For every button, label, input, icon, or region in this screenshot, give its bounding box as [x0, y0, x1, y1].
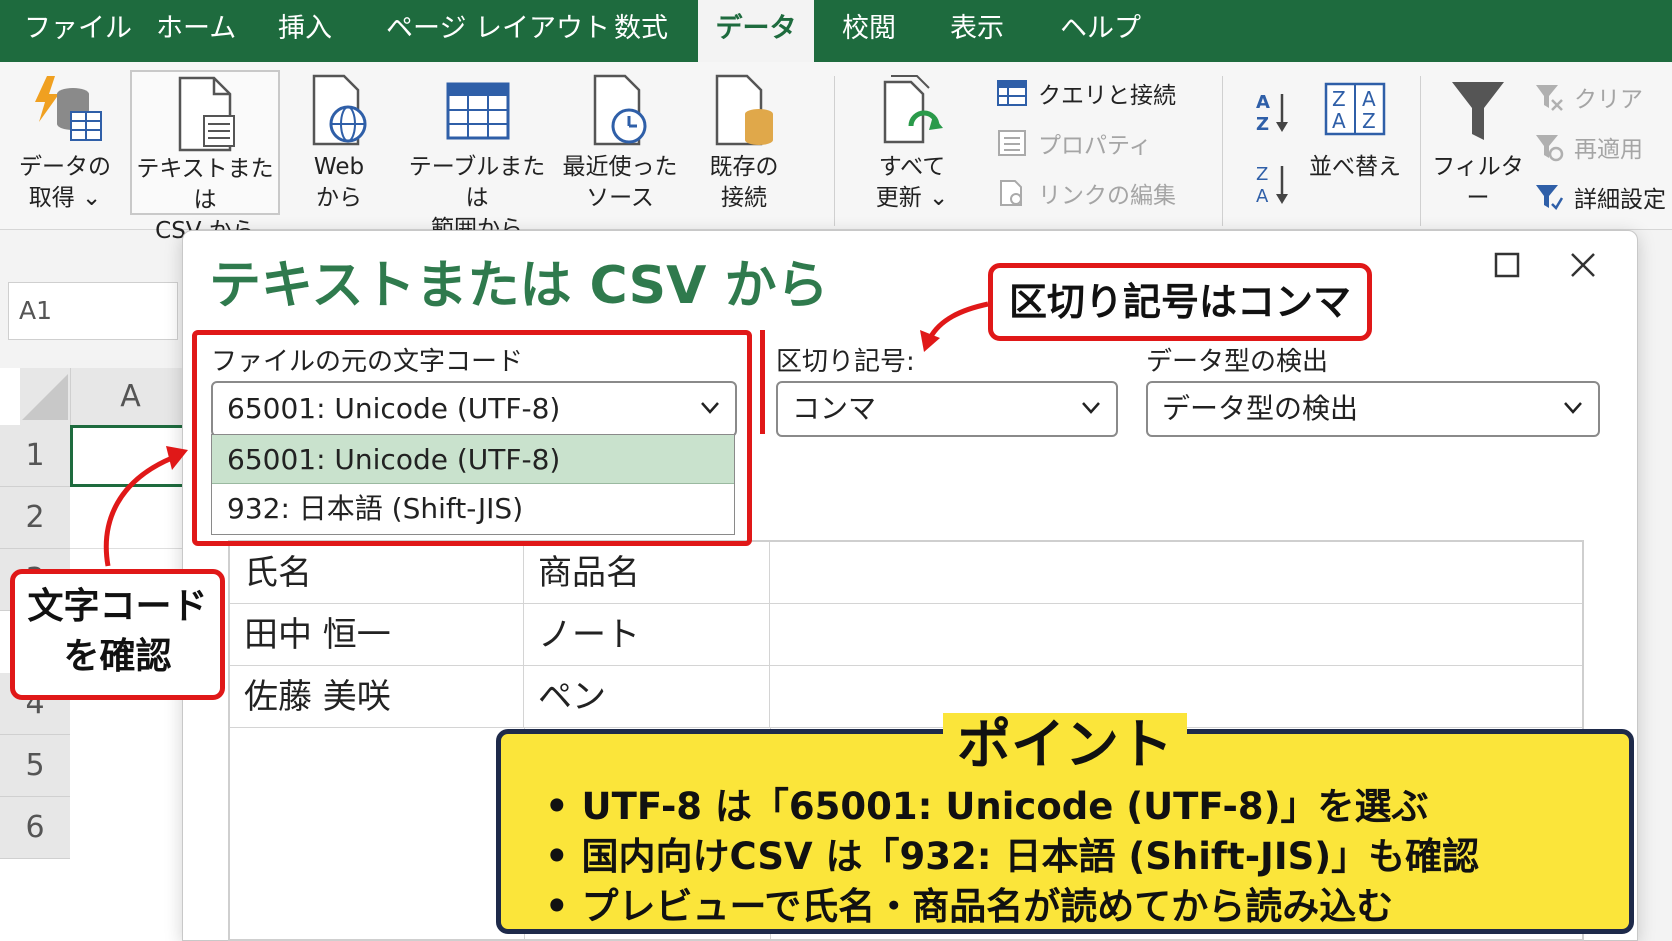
encoding-callout-line-2: を確認 [63, 636, 172, 677]
encoding-arrow [103, 455, 173, 567]
encoding-callout-line-1: 文字コード [27, 586, 208, 627]
point-title: ポイント [943, 713, 1187, 776]
point-item-3: • プレビューで氏名・商品名が読めてから読み込む [545, 885, 1394, 928]
delimiter-callout: 区切り記号はコンマ [988, 263, 1372, 341]
point-title-wrap: ポイント [496, 700, 1634, 779]
encoding-arrowhead [166, 446, 188, 470]
encoding-callout: 文字コード を確認 [10, 569, 225, 700]
point-item-2: • 国内向けCSV は「932: 日本語 (Shift-JIS)」も確認 [545, 835, 1480, 878]
delimiter-arrow [927, 301, 989, 340]
point-item-1: • UTF-8 は「65001: Unicode (UTF-8)」を選ぶ [545, 785, 1429, 828]
